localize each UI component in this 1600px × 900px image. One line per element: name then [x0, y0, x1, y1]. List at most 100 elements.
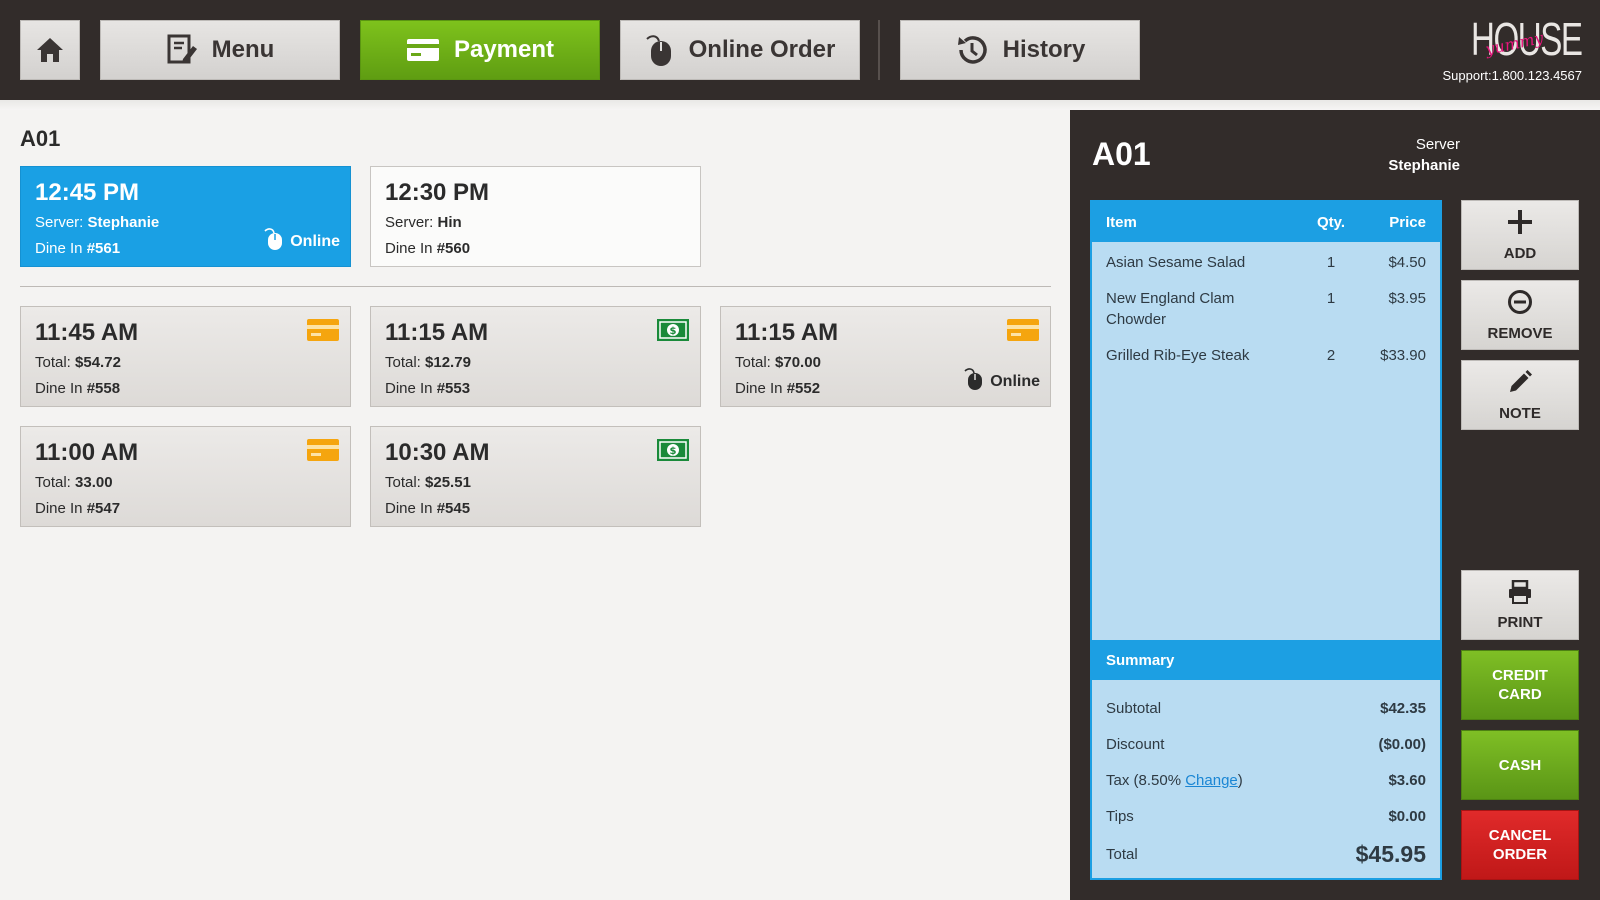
ticket-552[interactable]: 11:15 AM Total: $70.00 Dine In #552 Onli… [720, 306, 1051, 407]
ticket-number: Dine In #545 [385, 500, 471, 517]
ticket-558[interactable]: 11:45 AM Total: $54.72 Dine In #558 [20, 306, 351, 407]
home-icon [35, 36, 65, 64]
ticket-time: 12:30 PM [385, 179, 490, 206]
mouse-icon [964, 367, 984, 396]
ticket-server: Server: Hin [385, 214, 462, 231]
order-item-row[interactable]: Grilled Rib-Eye Steak 2 $33.90 [1092, 345, 1440, 366]
tax-row: Tax (8.50% Change) $3.60 [1092, 772, 1440, 789]
tab-menu[interactable]: Menu [100, 20, 340, 80]
ticket-545[interactable]: 10:30 AM Total: $25.51 Dine In #545 $ [370, 426, 701, 527]
cash-icon: $ [656, 318, 690, 347]
tax-change-link[interactable]: Change [1185, 772, 1238, 789]
online-label: Online [290, 232, 340, 250]
total-value: $45.95 [1355, 840, 1426, 867]
item-price: $33.90 [1380, 347, 1426, 364]
ticket-total: Total: $54.72 [35, 354, 121, 371]
subtotal-label: Subtotal [1106, 700, 1162, 717]
ticket-547[interactable]: 11:00 AM Total: 33.00 Dine In #547 [20, 426, 351, 527]
tips-label: Tips [1106, 808, 1134, 825]
remove-label: REMOVE [1487, 324, 1553, 342]
item-qty: 1 [1326, 290, 1336, 307]
card-icon [406, 38, 440, 62]
header-item: Item [1106, 213, 1137, 231]
cancel-order-button[interactable]: CANCEL ORDER [1461, 810, 1579, 880]
tab-payment[interactable]: Payment [360, 20, 600, 80]
ticket-time: 11:00 AM [35, 439, 139, 466]
mouse-icon [645, 33, 675, 67]
minus-circle-icon [1507, 289, 1533, 319]
svg-text:$: $ [670, 326, 677, 337]
cash-icon: $ [656, 438, 690, 467]
note-button[interactable]: NOTE [1461, 360, 1579, 430]
item-qty: 2 [1326, 347, 1336, 364]
note-label: NOTE [1499, 404, 1541, 422]
ticket-number: Dine In #560 [385, 240, 471, 257]
item-name: New England Clam Chowder [1106, 290, 1235, 328]
menu-icon [166, 34, 198, 66]
ticket-time: 11:15 AM [735, 319, 839, 346]
printer-icon [1507, 579, 1533, 608]
table-label: A01 [20, 126, 61, 151]
pencil-icon [1507, 369, 1533, 399]
nav-divider [878, 20, 880, 80]
add-button[interactable]: ADD [1461, 200, 1579, 270]
online-badge: Online [264, 227, 340, 256]
cancel-label-line2: ORDER [1492, 846, 1548, 863]
item-qty: 1 [1326, 254, 1336, 271]
credit-card-label-line2: CARD [1498, 686, 1542, 703]
discount-value: ($0.00) [1378, 736, 1426, 753]
ticket-553[interactable]: 11:15 AM Total: $12.79 Dine In #553 $ [370, 306, 701, 407]
cash-button[interactable]: CASH [1461, 730, 1579, 800]
order-item-row[interactable]: New England Clam Chowder 1 $3.95 [1092, 288, 1440, 330]
tab-payment-label: Payment [453, 36, 555, 63]
cancel-label-line1: CANCEL [1488, 827, 1552, 844]
tab-history[interactable]: History [900, 20, 1140, 80]
support-phone: Support:1.800.123.4567 [1442, 68, 1582, 83]
ticket-560[interactable]: 12:30 PM Server: Hin Dine In #560 [370, 166, 701, 267]
online-label: Online [990, 372, 1040, 390]
tips-value: $0.00 [1388, 808, 1426, 825]
tax-label: Tax (8.50% Change) [1106, 772, 1243, 789]
ticket-number: Dine In #553 [385, 380, 471, 397]
print-button[interactable]: PRINT [1461, 570, 1579, 640]
brand-area: HOUSE yummy Support:1.800.123.4567 [1442, 14, 1583, 83]
total-label: Total [1106, 845, 1138, 863]
server-label: Server [1415, 136, 1460, 153]
home-button[interactable] [20, 20, 80, 80]
plus-icon [1507, 209, 1533, 239]
online-badge: Online [964, 367, 1040, 396]
top-navigation-bar: Menu Payment Online Order History HOUSE … [0, 0, 1600, 110]
order-title: A01 [1092, 136, 1151, 172]
print-label: PRINT [1497, 613, 1543, 631]
server-name: Stephanie [1388, 157, 1460, 174]
remove-button[interactable]: REMOVE [1461, 280, 1579, 350]
order-item-row[interactable]: Asian Sesame Salad 1 $4.50 [1092, 252, 1440, 273]
item-price: $3.95 [1388, 290, 1426, 307]
credit-card-icon [1006, 318, 1040, 347]
add-label: ADD [1503, 244, 1537, 262]
item-price: $4.50 [1388, 254, 1426, 271]
ticket-time: 10:30 AM [385, 439, 490, 466]
tab-online-order[interactable]: Online Order [620, 20, 860, 80]
ticket-time: 12:45 PM [35, 179, 140, 206]
discount-label: Discount [1106, 736, 1165, 753]
tab-history-label: History [1002, 36, 1086, 63]
tab-online-order-label: Online Order [688, 36, 836, 63]
credit-card-button[interactable]: CREDIT CARD [1461, 650, 1579, 720]
subtotal-value: $42.35 [1380, 700, 1426, 717]
tips-row: Tips $0.00 [1092, 808, 1440, 825]
ticket-time: 11:15 AM [385, 319, 489, 346]
ticket-number: Dine In #547 [35, 500, 121, 517]
credit-card-icon [306, 318, 340, 347]
svg-text:$: $ [670, 446, 677, 457]
tab-menu-label: Menu [211, 36, 275, 63]
order-table-header: Item Qty. Price [1092, 202, 1440, 242]
ticket-561[interactable]: 12:45 PM Server: Stephanie Dine In #561 … [20, 166, 351, 267]
ticket-total: Total: 33.00 [35, 474, 113, 491]
credit-card-icon [306, 438, 340, 467]
history-icon [955, 33, 989, 67]
summary-header: Summary [1092, 640, 1440, 680]
tax-value: $3.60 [1388, 772, 1426, 789]
mouse-icon [264, 227, 284, 256]
brand-logo: HOUSE yummy [1471, 14, 1583, 64]
